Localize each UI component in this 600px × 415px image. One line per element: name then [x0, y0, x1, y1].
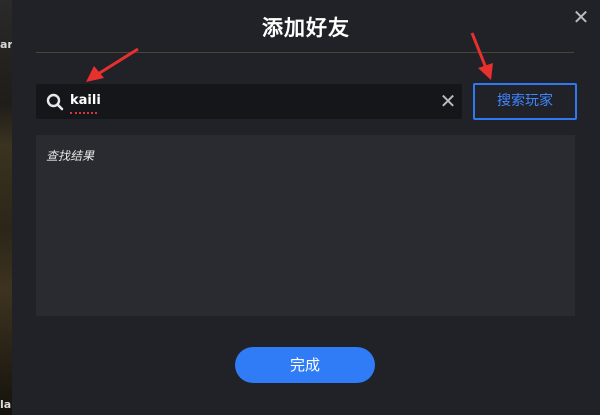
search-player-button[interactable]: 搜索玩家 — [473, 83, 577, 120]
close-icon[interactable]: ✕ — [572, 7, 590, 27]
spellcheck-underline — [70, 110, 97, 114]
search-results-label: 查找结果 — [46, 149, 95, 163]
clear-icon[interactable]: ✕ — [439, 91, 457, 111]
search-input[interactable]: kaili ✕ — [36, 84, 462, 119]
search-results-panel: 查找结果 — [36, 135, 575, 316]
search-input-value[interactable]: kaili — [70, 93, 101, 108]
search-icon — [46, 93, 64, 111]
background-text-fragment: la — [0, 398, 12, 411]
done-button[interactable]: 完成 — [235, 347, 375, 383]
background-game-strip: ar la — [0, 0, 13, 415]
add-friend-dialog: 添加好友 ✕ kaili ✕ 搜索玩家 查找结果 完成 — [12, 0, 600, 415]
dialog-title: 添加好友 — [262, 16, 350, 40]
background-text-fragment: ar — [0, 38, 13, 51]
title-divider — [36, 52, 574, 53]
